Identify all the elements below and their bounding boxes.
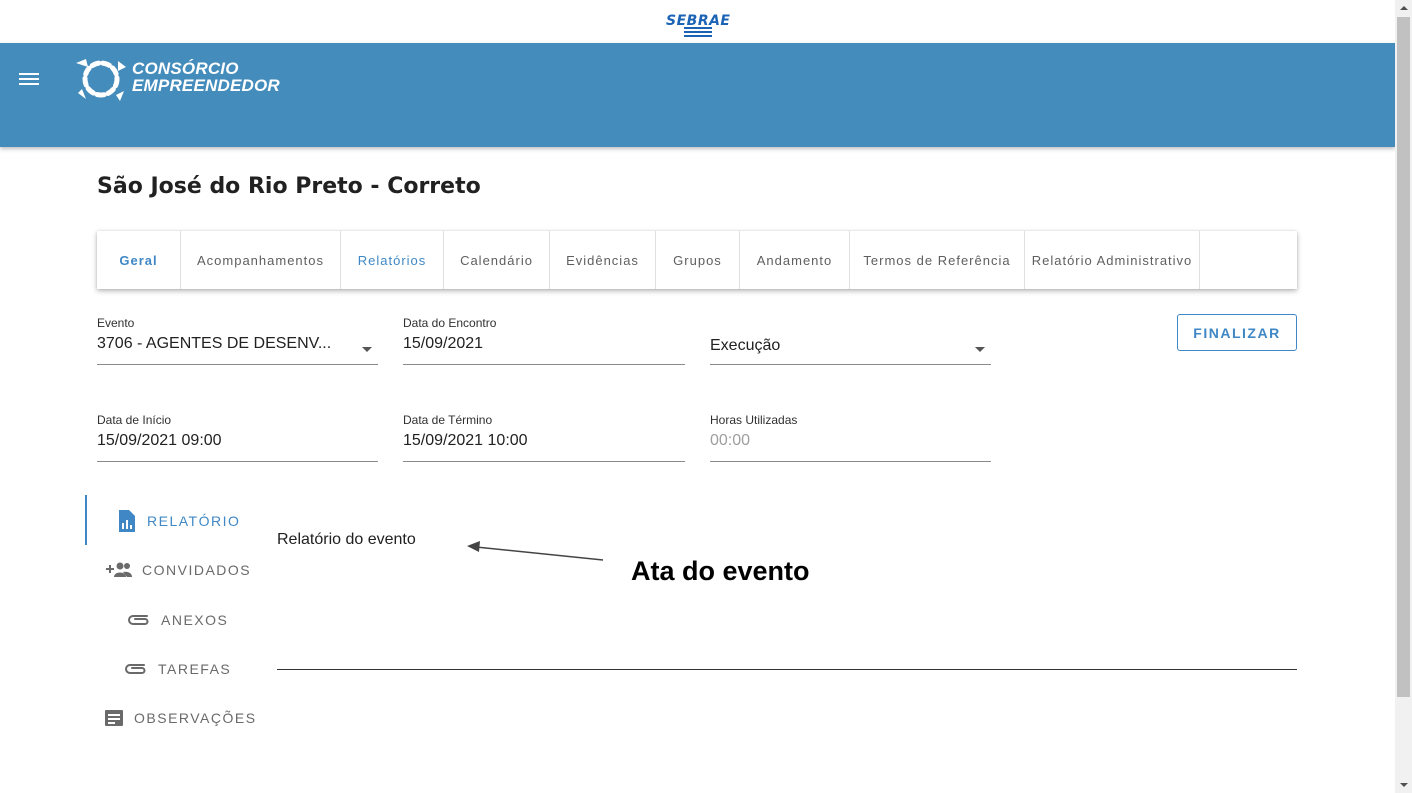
sidenav-item-anexos[interactable]: ANEXOS [127, 610, 228, 630]
evento-select[interactable]: Evento 3706 - AGENTES DE DESENV... [97, 316, 378, 365]
brand-name: CONSÓRCIO EMPREENDEDOR [132, 60, 280, 94]
scroll-up-arrow[interactable] [1395, 0, 1412, 17]
tab-geral[interactable]: Geral [97, 231, 181, 289]
data-termino-field[interactable]: Data de Término 15/09/2021 10:00 [403, 413, 685, 462]
horas-utilizadas-value: 00:00 [710, 432, 751, 449]
tab-bar: Geral Acompanhamentos Relatórios Calendá… [97, 231, 1297, 289]
status-select[interactable]: Execução [710, 316, 991, 365]
horas-utilizadas-field[interactable]: Horas Utilizadas 00:00 [710, 413, 991, 462]
chevron-down-icon [975, 347, 985, 352]
tab-termos-de-referencia[interactable]: Termos de Referência [850, 231, 1025, 289]
data-encontro-field[interactable]: Data do Encontro 15/09/2021 [403, 316, 685, 365]
sidenav-item-label: CONVIDADOS [142, 562, 252, 578]
horas-utilizadas-label: Horas Utilizadas [710, 413, 798, 427]
evento-label: Evento [97, 316, 135, 330]
sebrae-logo: SEBRAE [666, 10, 730, 40]
menu-icon-bar [19, 78, 39, 80]
sidenav-item-relatorio[interactable]: RELATÓRIO [117, 510, 240, 532]
annotation-arrow-icon [467, 541, 604, 561]
evento-value: 3706 - AGENTES DE DESENV... [97, 335, 332, 352]
tab-grupos[interactable]: Grupos [656, 231, 740, 289]
data-termino-value: 15/09/2021 10:00 [403, 432, 528, 449]
tab-relatorio-administrativo[interactable]: Relatório Administrativo [1025, 231, 1200, 289]
sidenav-item-label: ANEXOS [161, 612, 229, 628]
app-header: CONSÓRCIO EMPREENDEDOR [0, 43, 1395, 147]
scroll-thumb[interactable] [1397, 17, 1410, 697]
paperclip-icon [128, 615, 149, 625]
tab-acompanhamentos[interactable]: Acompanhamentos [181, 231, 341, 289]
sidenav-active-indicator [85, 495, 87, 545]
brand-line-2: EMPREENDEDOR [132, 76, 280, 95]
sidenav-item-observacoes[interactable]: OBSERVAÇÕES [104, 708, 257, 728]
sidenav-item-convidados[interactable]: CONVIDADOS [106, 560, 251, 580]
tab-relatorios[interactable]: Relatórios [341, 231, 444, 289]
tab-calendario[interactable]: Calendário [444, 231, 550, 289]
page-title: São José do Rio Preto - Correto [97, 174, 481, 199]
menu-icon-bar [19, 73, 39, 75]
brand-line-1: CONSÓRCIO [132, 59, 239, 78]
menu-button[interactable] [17, 70, 41, 88]
tab-evidencias[interactable]: Evidências [550, 231, 656, 289]
report-icon [119, 510, 135, 532]
status-value: Execução [710, 337, 781, 354]
sidenav-item-label: TAREFAS [158, 661, 232, 677]
data-inicio-value: 15/09/2021 09:00 [97, 432, 222, 449]
sebrae-logo-bars [684, 27, 712, 39]
brand-swirl-icon [76, 59, 126, 101]
data-encontro-value: 15/09/2021 [403, 335, 484, 352]
data-inicio-label: Data de Início [97, 413, 172, 427]
data-inicio-field[interactable]: Data de Início 15/09/2021 09:00 [97, 413, 378, 462]
tab-andamento[interactable]: Andamento [740, 231, 850, 289]
data-encontro-label: Data do Encontro [403, 316, 497, 330]
annotation-text: Ata do evento [631, 556, 810, 586]
vertical-scrollbar[interactable] [1395, 0, 1412, 793]
sidenav-item-label: OBSERVAÇÕES [134, 710, 257, 726]
scroll-down-arrow[interactable] [1395, 776, 1412, 793]
chevron-down-icon [362, 347, 372, 352]
notes-icon [105, 710, 123, 726]
sidenav-item-label: RELATÓRIO [147, 513, 241, 529]
sidenav-item-tarefas[interactable]: TAREFAS [124, 659, 231, 679]
paperclip-icon [125, 664, 146, 674]
finalizar-button[interactable]: FINALIZAR [1177, 314, 1297, 351]
add-group-icon [106, 562, 132, 577]
data-termino-label: Data de Término [403, 413, 493, 427]
sebrae-top-strip: SEBRAE [0, 0, 1395, 43]
report-field-label: Relatório do evento [277, 531, 416, 548]
menu-icon-bar [19, 83, 39, 85]
